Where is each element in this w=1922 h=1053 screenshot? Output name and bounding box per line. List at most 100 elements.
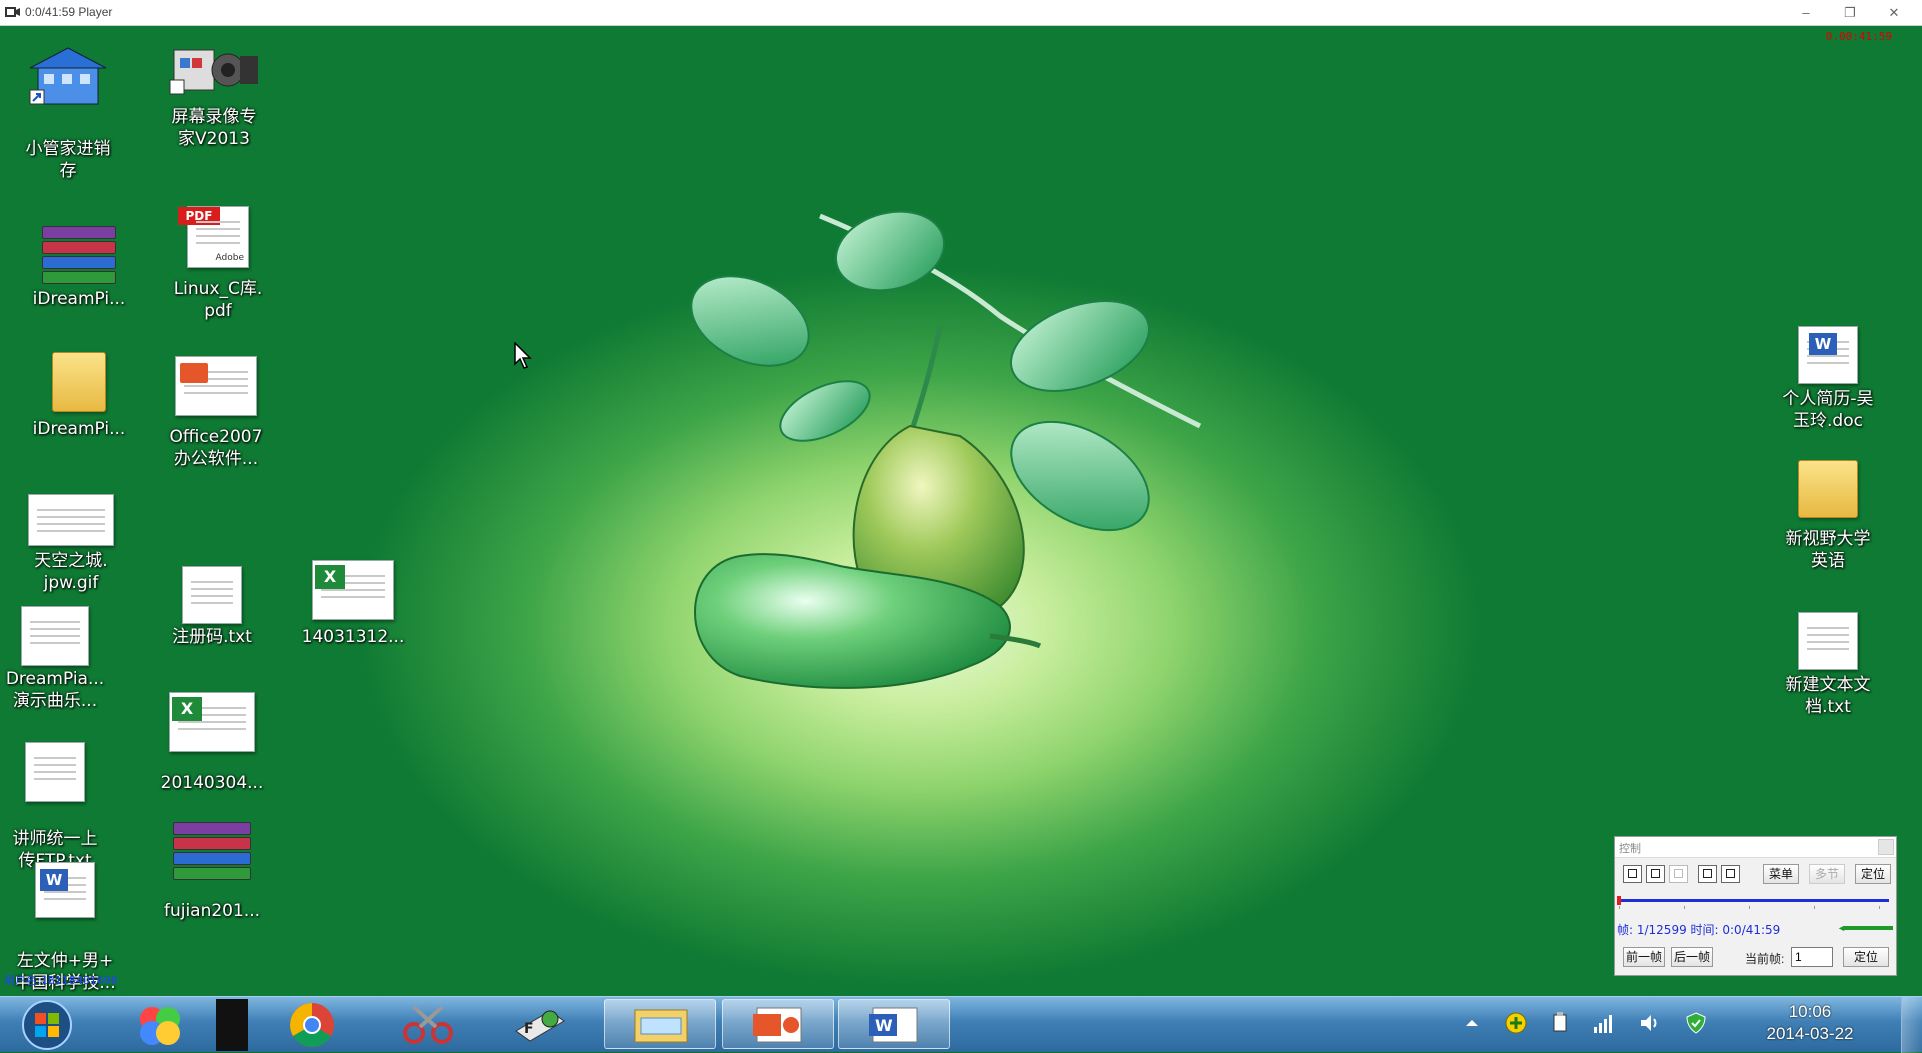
- play-button[interactable]: [1623, 865, 1642, 883]
- desktop-icon-label: 小管家进销 存: [25, 139, 111, 181]
- menu-button[interactable]: 菜单: [1763, 864, 1799, 884]
- pdf-icon: PDF Adobe: [178, 206, 249, 268]
- frame-info: 帧: 1/12599 时间: 0:0/41:59: [1617, 923, 1781, 937]
- locate-button[interactable]: 定位: [1855, 864, 1891, 884]
- desktop-icon-new-text-doc[interactable]: 新建文本文 档.txt: [1756, 612, 1900, 722]
- taskbar-powerpoint[interactable]: [722, 999, 834, 1049]
- taskbar: F W 10:06 2014-03-22: [0, 996, 1922, 1053]
- pause-button[interactable]: [1669, 865, 1688, 883]
- folder-icon: [1798, 460, 1858, 518]
- fit-window-button[interactable]: [1698, 865, 1717, 883]
- desktop-icon-idreampi-folder[interactable]: iDreamPi...: [10, 352, 148, 442]
- control-panel-header: 控制: [1615, 837, 1896, 858]
- section-button[interactable]: 多节: [1809, 864, 1845, 884]
- taskbar-word[interactable]: W: [838, 999, 950, 1049]
- desktop-icon-label: DreamPia... 演示曲乐...: [5, 669, 105, 711]
- prev-frame-button[interactable]: 前一帧: [1623, 947, 1665, 967]
- video-camera-icon: [169, 49, 258, 95]
- clock-time: 10:06: [1788, 1002, 1832, 1021]
- taskbar-file-explorer[interactable]: [604, 999, 716, 1049]
- word-icon: W: [869, 1007, 918, 1043]
- usb-icon[interactable]: [1548, 1011, 1572, 1035]
- desktop-icon-registration-txt[interactable]: 注册码.txt: [150, 566, 274, 656]
- network-icon[interactable]: [1592, 1011, 1616, 1035]
- screenshot-tool-icon[interactable]: [398, 1001, 458, 1049]
- document-icon: [21, 606, 89, 666]
- desktop-icon-label: 14031312...: [301, 627, 405, 647]
- locate-frame-button[interactable]: 定位: [1843, 947, 1889, 967]
- desktop-icon-new-horizon-english[interactable]: 新视野大学 英语: [1756, 460, 1900, 571]
- desktop-icon-screen-recorder[interactable]: 屏幕录像专 家V2013: [152, 40, 276, 150]
- player-app-icon: [5, 7, 20, 17]
- folder-icon: [52, 352, 106, 412]
- desktop-icon-idreampi-archive[interactable]: iDreamPi...: [10, 226, 148, 316]
- powerpoint-icon: [753, 1007, 802, 1043]
- desktop-icon-label: 屏幕录像专 家V2013: [171, 107, 257, 149]
- restore-button[interactable]: ❐: [1828, 0, 1872, 26]
- volume-slider[interactable]: [1843, 926, 1893, 930]
- desktop-icon-label: 天空之城. jpw.gif: [34, 551, 108, 593]
- close-button[interactable]: ✕: [1872, 0, 1916, 26]
- desktop-icon-label: iDreamPi...: [32, 289, 126, 309]
- stop-button[interactable]: [1646, 865, 1665, 883]
- desktop-icon-label: 注册码.txt: [172, 627, 252, 647]
- mouse-cursor-icon: [514, 342, 532, 369]
- desktop-icon-label: 新建文本文 档.txt: [1785, 675, 1871, 717]
- username-label: 用户名:18118401696: [4, 974, 118, 987]
- image-file-icon: [28, 494, 114, 546]
- desktop-icon-ftp-txt[interactable]: 讲师统一上 传FTP.txt: [0, 742, 110, 872]
- desktop-icon-word-resume[interactable]: W 左文仲+男+ 中国科学技...: [0, 862, 130, 993]
- desktop-icon-sky-city-gif[interactable]: 天空之城. jpw.gif: [6, 494, 136, 604]
- desktop-icon-label: 个人简历-吴 玉玲.doc: [1782, 389, 1874, 431]
- next-frame-button[interactable]: 后一帧: [1671, 947, 1713, 967]
- desktop-icon-resume-doc[interactable]: W 个人简历-吴 玉玲.doc: [1756, 326, 1900, 436]
- svg-text:W: W: [875, 1016, 893, 1035]
- text-file-icon: [25, 742, 85, 802]
- word-icon: W: [1798, 326, 1858, 384]
- shield-icon[interactable]: [1684, 1011, 1708, 1035]
- clock-date: 2014-03-22: [1766, 1024, 1854, 1043]
- control-panel-close-button[interactable]: [1878, 839, 1894, 855]
- seek-bar[interactable]: [1617, 896, 1889, 905]
- current-frame-label: 当前帧:: [1745, 952, 1785, 966]
- svg-text:F: F: [524, 1021, 534, 1037]
- file-explorer-icon: [634, 1009, 688, 1043]
- excel-icon: X: [169, 692, 255, 752]
- add-icon[interactable]: [1504, 1011, 1528, 1035]
- winrar-icon: [42, 226, 116, 284]
- text-file-icon: [1798, 612, 1858, 670]
- pear-wallpaper: [690, 210, 1202, 689]
- taskbar-clock[interactable]: 10:06 2014-03-22: [1740, 1001, 1880, 1045]
- fullscreen-button[interactable]: [1721, 865, 1740, 883]
- terminal-icon[interactable]: [216, 999, 248, 1051]
- seek-ticks: [1619, 906, 1889, 909]
- desktop-icon-excel-20140304[interactable]: X 20140304...: [146, 692, 278, 793]
- ftp-icon[interactable]: F: [510, 1001, 570, 1049]
- desktop-icon-label: 20140304...: [160, 773, 264, 793]
- show-desktop-button[interactable]: [1901, 997, 1922, 1053]
- desktop-icon-label: iDreamPi...: [32, 419, 126, 439]
- minimize-button[interactable]: –: [1784, 0, 1828, 26]
- desktop-icon-fujian-archive[interactable]: fujian201...: [150, 822, 274, 922]
- desktop-icon-inventory[interactable]: 小管家进销 存: [8, 46, 128, 181]
- show-hidden-icons[interactable]: [1460, 1011, 1484, 1035]
- start-orb-icon[interactable]: [20, 999, 74, 1051]
- volume-icon[interactable]: [1638, 1011, 1662, 1035]
- desktop-icon-excel-14031312[interactable]: X 14031312...: [288, 560, 418, 650]
- desktop-icon-label: 新视野大学 英语: [1785, 529, 1871, 571]
- chrome-icon[interactable]: [284, 1001, 340, 1049]
- player-title: 0:0/41:59 Player: [25, 5, 113, 19]
- current-frame-input[interactable]: [1791, 947, 1833, 967]
- word-icon: W: [35, 862, 95, 918]
- house-icon: [29, 47, 107, 105]
- player-control-panel: 控制 菜单 多节 定位 帧: 1/12599 时间: 0:0/41:59 ◄ 前…: [1614, 836, 1897, 976]
- desktop-icon-dreampia-demo[interactable]: DreamPia... 演示曲乐...: [0, 606, 110, 736]
- office-icon: [175, 356, 257, 416]
- desktop-icon-label: Linux_C库. pdf: [173, 279, 263, 321]
- desktop-icon-office2007[interactable]: Office2007 办公软件...: [150, 356, 282, 469]
- app-icon[interactable]: [130, 1001, 190, 1049]
- seek-handle[interactable]: [1617, 896, 1621, 905]
- player-title-bar: 0:0/41:59 Player – ❐ ✕: [0, 0, 1922, 26]
- desktop-icon-linux-pdf[interactable]: PDF Adobe Linux_C库. pdf: [156, 206, 280, 326]
- desktop-icon-label: fujian201...: [163, 901, 261, 921]
